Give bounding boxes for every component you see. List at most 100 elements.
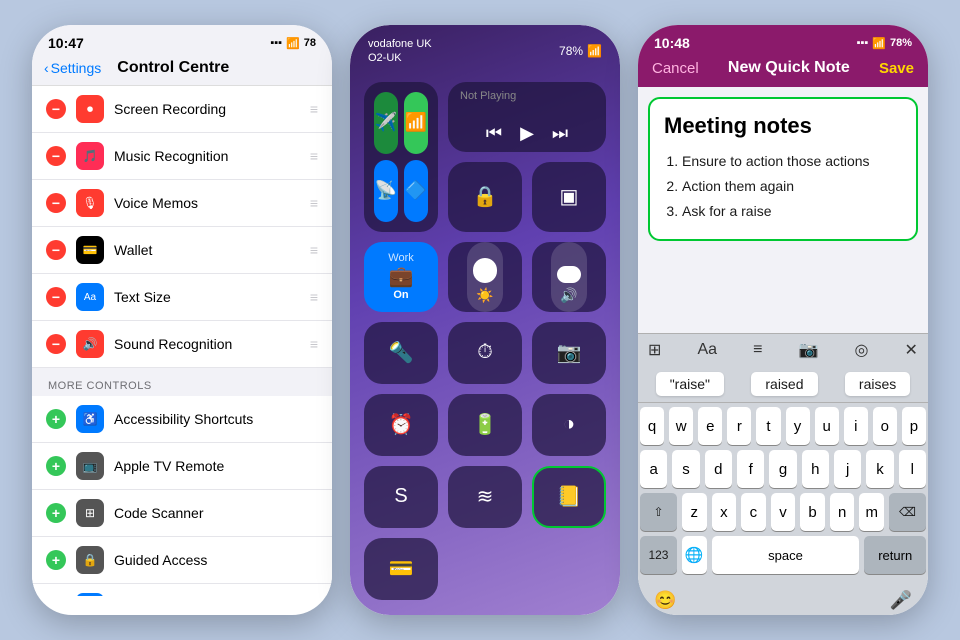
- cc-now-playing-tile[interactable]: Not Playing ⏮ ▶ ⏭: [448, 82, 606, 152]
- p1-item-sound-recognition[interactable]: − 🔊 Sound Recognition ≡: [32, 321, 332, 368]
- kb-key-q[interactable]: q: [640, 407, 664, 445]
- p1-item-voice-memos[interactable]: − 🎙 Voice Memos ≡: [32, 180, 332, 227]
- p1-item-accessibility[interactable]: + ♿ Accessibility Shortcuts: [32, 396, 332, 443]
- kb-key-d[interactable]: d: [705, 450, 732, 488]
- p3-suggestion-2[interactable]: raised: [751, 372, 817, 396]
- cc-volume-tile[interactable]: 🔊: [532, 242, 606, 312]
- p3-note-title: Meeting notes: [664, 113, 902, 139]
- p1-remove-btn[interactable]: −: [46, 287, 66, 307]
- p3-camera-icon[interactable]: 📷: [799, 340, 819, 360]
- kb-key-o[interactable]: o: [873, 407, 897, 445]
- kb-key-g[interactable]: g: [769, 450, 796, 488]
- kb-key-t[interactable]: t: [756, 407, 780, 445]
- kb-key-c[interactable]: c: [741, 493, 766, 531]
- p1-item-screen-recording[interactable]: − ⏺ Screen Recording ≡: [32, 86, 332, 133]
- kb-num-key[interactable]: 123: [640, 536, 677, 574]
- p3-emoji-icon[interactable]: 😊: [654, 590, 676, 611]
- p3-list-icon[interactable]: ≡: [753, 341, 762, 359]
- cc-volume-slider[interactable]: 🔊: [551, 242, 587, 312]
- kb-key-r[interactable]: r: [727, 407, 751, 445]
- kb-key-z[interactable]: z: [682, 493, 707, 531]
- kb-key-j[interactable]: j: [834, 450, 861, 488]
- p1-add-btn[interactable]: +: [46, 550, 66, 570]
- p3-close-icon[interactable]: ✕: [905, 340, 918, 360]
- p1-item-hearing[interactable]: + 👂 Hearing: [32, 584, 332, 596]
- cc-quick-note-tile[interactable]: 📒: [532, 466, 606, 528]
- kb-key-h[interactable]: h: [802, 450, 829, 488]
- p1-remove-btn[interactable]: −: [46, 334, 66, 354]
- p1-screen-recording-icon: ⏺: [76, 95, 104, 123]
- cc-cellular-tile[interactable]: 📶: [404, 92, 428, 154]
- cc-connectivity-block[interactable]: ✈️ 📶 📡 🔷: [364, 82, 438, 232]
- kb-key-b[interactable]: b: [800, 493, 825, 531]
- cc-work-tile[interactable]: Work 💼 On: [364, 242, 438, 312]
- cc-wave-icon[interactable]: ≋: [587, 610, 602, 615]
- kb-key-k[interactable]: k: [866, 450, 893, 488]
- p1-back-label[interactable]: Settings: [51, 60, 102, 76]
- kb-key-i[interactable]: i: [844, 407, 868, 445]
- kb-key-m[interactable]: m: [859, 493, 884, 531]
- kb-key-w[interactable]: w: [669, 407, 693, 445]
- p3-mic-icon[interactable]: 🎤: [890, 590, 912, 611]
- kb-key-a[interactable]: a: [640, 450, 667, 488]
- p1-item-code-scanner[interactable]: + ⊞ Code Scanner: [32, 490, 332, 537]
- p3-circle-icon[interactable]: ◎: [855, 340, 869, 360]
- cc-bluetooth-tile[interactable]: 🔷: [404, 160, 428, 222]
- kb-key-n[interactable]: n: [830, 493, 855, 531]
- cc-card-tile[interactable]: 💳: [364, 538, 438, 600]
- kb-key-l[interactable]: l: [899, 450, 926, 488]
- cc-invert-tile[interactable]: ◑: [532, 394, 606, 456]
- p3-save-button[interactable]: Save: [879, 60, 914, 77]
- kb-key-e[interactable]: e: [698, 407, 722, 445]
- p1-item-text-size[interactable]: − Aa Text Size ≡: [32, 274, 332, 321]
- kb-key-v[interactable]: v: [771, 493, 796, 531]
- kb-key-p[interactable]: p: [902, 407, 926, 445]
- cc-timer-tile[interactable]: ⏱: [448, 322, 522, 384]
- cc-next-icon[interactable]: ⏭: [552, 123, 568, 144]
- cc-sound-wave-tile[interactable]: ≋: [448, 466, 522, 528]
- p3-note-area[interactable]: Meeting notes Ensure to action those act…: [648, 97, 918, 241]
- p2-carrier2: O2-UK: [368, 51, 432, 65]
- p1-add-btn[interactable]: +: [46, 409, 66, 429]
- cc-battery-tile[interactable]: 🔋: [448, 394, 522, 456]
- p1-remove-btn[interactable]: −: [46, 240, 66, 260]
- cc-wifi-tile[interactable]: 📡: [374, 160, 398, 222]
- cc-play-icon[interactable]: ▶: [520, 123, 534, 144]
- p3-table-icon[interactable]: ⊞: [648, 340, 661, 360]
- p1-back-button[interactable]: ‹ Settings: [44, 60, 101, 76]
- kb-delete-key[interactable]: ⌫: [889, 493, 926, 531]
- p3-suggestion-3[interactable]: raises: [845, 372, 910, 396]
- cc-camera-tile[interactable]: 📷: [532, 322, 606, 384]
- p1-item-apple-tv-remote[interactable]: + 📺 Apple TV Remote: [32, 443, 332, 490]
- cc-airplane-tile[interactable]: ✈️: [374, 92, 398, 154]
- kb-key-u[interactable]: u: [815, 407, 839, 445]
- kb-key-f[interactable]: f: [737, 450, 764, 488]
- p1-remove-btn[interactable]: −: [46, 193, 66, 213]
- kb-key-y[interactable]: y: [786, 407, 810, 445]
- p1-item-wallet[interactable]: − 💳 Wallet ≡: [32, 227, 332, 274]
- cc-flashlight-tile[interactable]: 🔦: [364, 322, 438, 384]
- p1-remove-btn[interactable]: −: [46, 146, 66, 166]
- kb-key-x[interactable]: x: [712, 493, 737, 531]
- p1-add-btn[interactable]: +: [46, 503, 66, 523]
- cc-prev-icon[interactable]: ⏮: [486, 123, 502, 144]
- cc-lock-tile[interactable]: 🔒: [448, 162, 522, 232]
- kb-emoji-key[interactable]: 🌐: [682, 536, 707, 574]
- p3-cancel-button[interactable]: Cancel: [652, 60, 699, 77]
- p1-item-music-recognition[interactable]: − 🎵 Music Recognition ≡: [32, 133, 332, 180]
- cc-brightness-tile[interactable]: ☀️: [448, 242, 522, 312]
- p1-add-btn[interactable]: +: [46, 456, 66, 476]
- p3-text-format-icon[interactable]: Aa: [697, 341, 717, 359]
- cc-brightness-slider[interactable]: ☀️: [467, 242, 503, 312]
- kb-space-key[interactable]: space: [712, 536, 860, 574]
- p3-suggestion-1[interactable]: "raise": [656, 372, 724, 396]
- kb-shift-key[interactable]: ⇧: [640, 493, 677, 531]
- p1-remove-btn[interactable]: −: [46, 99, 66, 119]
- cc-screen-mirror-tile[interactable]: ▣: [532, 162, 606, 232]
- kb-return-key[interactable]: return: [864, 536, 926, 574]
- cc-font-a-label[interactable]: A A: [368, 612, 393, 615]
- p1-item-guided-access[interactable]: + 🔒 Guided Access: [32, 537, 332, 584]
- cc-shazam-tile[interactable]: S: [364, 466, 438, 528]
- kb-key-s[interactable]: s: [672, 450, 699, 488]
- cc-alarm-tile[interactable]: ⏰: [364, 394, 438, 456]
